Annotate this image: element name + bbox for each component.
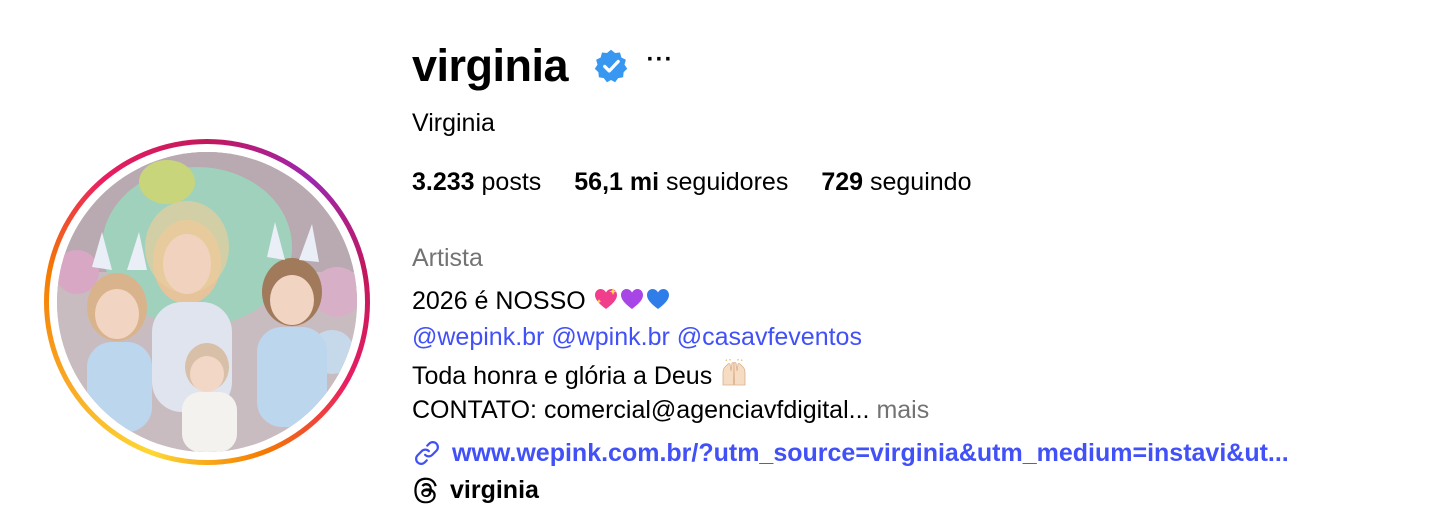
bio-line-1: 2026 é NOSSO bbox=[412, 286, 671, 316]
threads-username: virginia bbox=[450, 476, 539, 504]
sparkling-heart-icon bbox=[594, 288, 617, 309]
threads-badge[interactable]: virginia bbox=[412, 475, 539, 505]
following-count: 729 bbox=[821, 168, 864, 196]
posts-label: posts bbox=[481, 168, 542, 196]
bio-more-button[interactable]: mais bbox=[876, 396, 929, 424]
profile-category: Artista bbox=[412, 244, 483, 272]
followers-count: 56,1 mi bbox=[574, 168, 660, 196]
bio-line-3-text: Toda honra e glória a Deus bbox=[412, 362, 713, 390]
followers-stat[interactable]: 56,1 mi seguidores bbox=[574, 166, 788, 198]
profile-header: virginia ··· Virginia 3.233 posts 56,1 m… bbox=[0, 0, 1446, 528]
blue-heart-icon bbox=[646, 289, 669, 309]
followers-label: seguidores bbox=[666, 168, 789, 196]
bio-contact-text: CONTATO: comercial@agenciavfdigital... bbox=[412, 396, 870, 424]
bio-line-4: CONTATO: comercial@agenciavfdigital... m… bbox=[412, 395, 929, 425]
following-stat[interactable]: 729 seguindo bbox=[821, 166, 971, 198]
more-options-icon[interactable]: ··· bbox=[646, 48, 674, 78]
story-ring[interactable] bbox=[44, 139, 370, 465]
mention-link[interactable]: @wpink.br bbox=[551, 323, 669, 351]
posts-stat[interactable]: 3.233 posts bbox=[412, 166, 541, 198]
bio-line-1-text: 2026 é NOSSO bbox=[412, 287, 586, 315]
link-icon bbox=[415, 441, 439, 465]
mention-link[interactable]: @casavfeventos bbox=[677, 323, 862, 351]
mention-link[interactable]: @wepink.br bbox=[412, 323, 544, 351]
external-link-url[interactable]: www.wepink.com.br/?utm_source=virginia&u… bbox=[452, 438, 1289, 468]
external-link[interactable]: www.wepink.com.br/?utm_source=virginia&u… bbox=[412, 438, 1289, 468]
verified-badge-icon bbox=[594, 49, 628, 83]
profile-full-name: Virginia bbox=[412, 109, 495, 137]
profile-avatar[interactable] bbox=[57, 152, 357, 452]
raising-hands-icon bbox=[722, 359, 746, 386]
threads-icon bbox=[414, 477, 437, 504]
profile-stats: 3.233 posts 56,1 mi seguidores 729 segui… bbox=[412, 166, 1004, 198]
following-label: seguindo bbox=[870, 168, 972, 196]
avatar-photo bbox=[57, 152, 357, 452]
purple-heart-icon bbox=[620, 289, 643, 309]
bio-mentions: @wepink.br @wpink.br @casavfeventos bbox=[412, 322, 862, 352]
profile-username: virginia bbox=[412, 40, 569, 91]
posts-count: 3.233 bbox=[412, 168, 475, 196]
bio-line-3: Toda honra e glória a Deus bbox=[412, 359, 749, 391]
